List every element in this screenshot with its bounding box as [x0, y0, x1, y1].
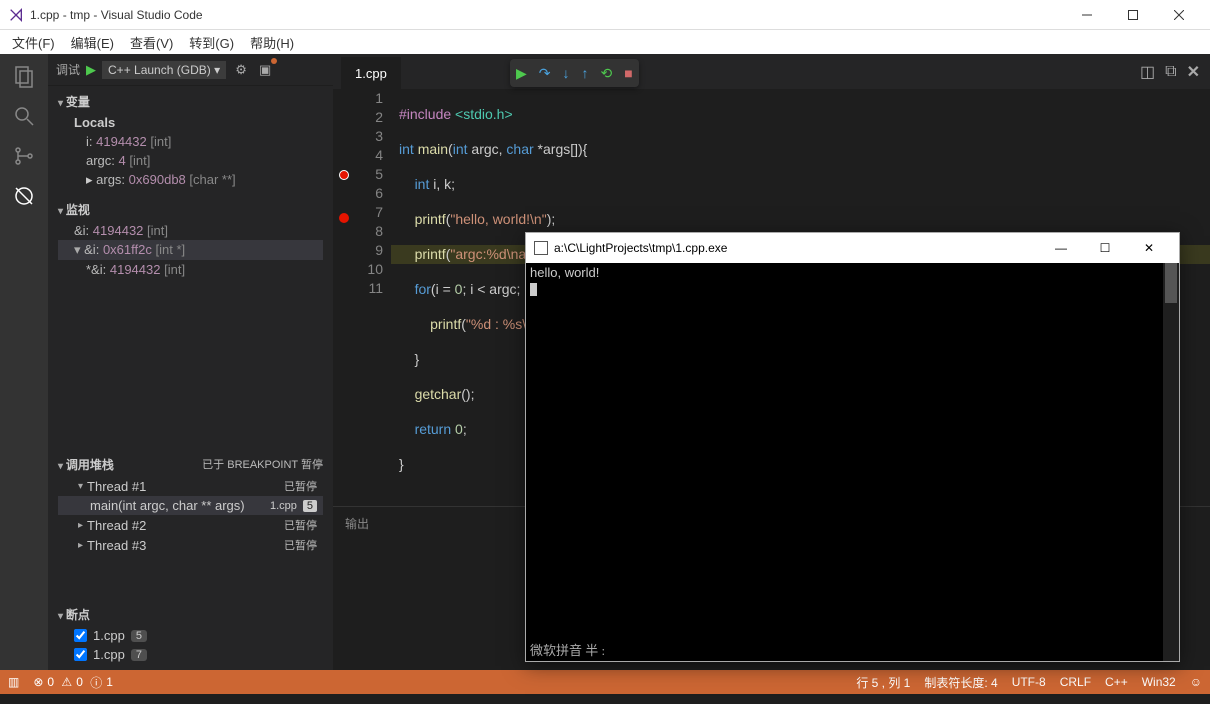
var-args[interactable]: args: 0x690db8 [char **] — [58, 170, 323, 190]
watch-item-2[interactable]: *&i: 4194432 [int] — [58, 260, 323, 279]
step-over-button[interactable]: ↷ — [539, 65, 551, 82]
menu-help[interactable]: 帮助(H) — [242, 31, 302, 54]
thread-1[interactable]: ▾Thread #1已暂停 — [58, 476, 323, 496]
console-title-text: a:\C\LightProjects\tmp\1.cpp.exe — [554, 241, 727, 255]
language-mode[interactable]: C++ — [1105, 675, 1128, 689]
breakpoints-section-title[interactable]: 断点 — [58, 603, 323, 626]
debug-label: 调试 — [56, 61, 80, 78]
bp-checkbox[interactable] — [74, 629, 87, 642]
line-number-gutter: 1234567891011 — [355, 89, 391, 506]
breakpoint-gutter[interactable] — [333, 89, 355, 506]
console-minimize-button[interactable]: — — [1039, 241, 1083, 255]
start-debug-button[interactable]: ▶ — [86, 62, 96, 78]
feedback-icon[interactable]: ☺ — [1190, 675, 1202, 689]
step-out-button[interactable]: ↑ — [582, 65, 589, 81]
continue-button[interactable]: ▶ — [516, 65, 527, 82]
watch-item-1[interactable]: ▾ &i: 0x61ff2c [int *] — [58, 240, 323, 260]
menu-view[interactable]: 查看(V) — [122, 31, 181, 54]
console-titlebar[interactable]: a:\C\LightProjects\tmp\1.cpp.exe — ☐ ✕ — [526, 233, 1179, 263]
explorer-icon[interactable] — [10, 62, 38, 90]
open-editors-icon[interactable]: ▥ — [8, 675, 19, 689]
menu-go[interactable]: 转到(G) — [181, 31, 242, 54]
debug-header: 调试 ▶ C++ Launch (GDB) ▾ ⚙ ▣ — [48, 54, 333, 86]
bp-checkbox[interactable] — [74, 648, 87, 661]
debug-toolbar: ▶ ↷ ↓ ↑ ⟲ ■ — [510, 59, 639, 87]
menu-edit[interactable]: 编辑(E) — [63, 31, 122, 54]
tab-size[interactable]: 制表符长度: 4 — [924, 674, 997, 691]
thread-2[interactable]: ▸Thread #2已暂停 — [58, 515, 323, 535]
console-scrollbar[interactable] — [1163, 263, 1179, 661]
scrollbar-thumb[interactable] — [1165, 263, 1177, 303]
console-close-button[interactable]: ✕ — [1127, 241, 1171, 255]
cursor-position[interactable]: 行 5 , 列 1 — [856, 674, 910, 691]
debug-config-select[interactable]: C++ Launch (GDB) ▾ — [102, 61, 226, 79]
tab-bar: 1.cpp ◫ ⧉ ✕ — [333, 54, 1210, 89]
stop-button[interactable]: ■ — [624, 65, 632, 81]
console-window[interactable]: a:\C\LightProjects\tmp\1.cpp.exe — ☐ ✕ h… — [525, 232, 1180, 662]
gear-icon[interactable]: ⚙ — [232, 61, 250, 79]
breakpoint-marker[interactable] — [339, 213, 349, 223]
ime-indicator: 微软拼音 半 : — [530, 640, 605, 659]
console-maximize-button[interactable]: ☐ — [1083, 241, 1127, 255]
console-output[interactable]: hello, world! 微软拼音 半 : — [526, 263, 1179, 661]
split-editor-icon[interactable]: ◫ — [1140, 62, 1155, 82]
callstack-section-title[interactable]: 调用堆栈已于 BREAKPOINT 暂停 — [58, 453, 323, 476]
encoding[interactable]: UTF-8 — [1012, 675, 1046, 689]
stackframe-main[interactable]: main(int argc, char ** args)1.cpp5 — [58, 496, 323, 515]
window-maximize-button[interactable] — [1110, 0, 1156, 30]
window-close-button[interactable] — [1156, 0, 1202, 30]
watch-item-0[interactable]: &i: 4194432 [int] — [58, 221, 323, 240]
var-argc[interactable]: argc: 4 [int] — [58, 151, 323, 170]
tab-1cpp[interactable]: 1.cpp — [341, 57, 401, 89]
window-titlebar: 1.cpp - tmp - Visual Studio Code — [0, 0, 1210, 30]
variables-section-title[interactable]: 变量 — [58, 90, 323, 113]
menu-file[interactable]: 文件(F) — [4, 31, 63, 54]
window-title: 1.cpp - tmp - Visual Studio Code — [30, 8, 203, 22]
search-icon[interactable] — [10, 102, 38, 130]
var-i[interactable]: i: 4194432 [int] — [58, 132, 323, 151]
debug-console-icon[interactable]: ▣ — [256, 61, 274, 79]
activity-bar — [0, 54, 48, 670]
problems-status[interactable]: ⊗0 ⚠0 ⓘ1 — [33, 674, 113, 691]
restart-button[interactable]: ⟲ — [601, 65, 613, 82]
window-minimize-button[interactable] — [1064, 0, 1110, 30]
eol[interactable]: CRLF — [1060, 675, 1091, 689]
breakpoint-1[interactable]: 1.cpp7 — [58, 645, 323, 664]
menubar: 文件(F) 编辑(E) 查看(V) 转到(G) 帮助(H) — [0, 30, 1210, 54]
debug-icon[interactable] — [10, 182, 38, 210]
git-icon[interactable] — [10, 142, 38, 170]
status-bar: ▥ ⊗0 ⚠0 ⓘ1 行 5 , 列 1 制表符长度: 4 UTF-8 CRLF… — [0, 670, 1210, 694]
locals-scope[interactable]: Locals — [58, 113, 323, 132]
target[interactable]: Win32 — [1142, 675, 1176, 689]
thread-3[interactable]: ▸Thread #3已暂停 — [58, 535, 323, 555]
step-into-button[interactable]: ↓ — [563, 65, 570, 81]
diff-icon[interactable]: ⧉ — [1165, 63, 1176, 81]
console-app-icon — [534, 241, 548, 255]
breakpoint-0[interactable]: 1.cpp5 — [58, 626, 323, 645]
debug-sidebar: 调试 ▶ C++ Launch (GDB) ▾ ⚙ ▣ 变量 Locals i:… — [48, 54, 333, 670]
vs-logo-icon — [8, 7, 24, 23]
breakpoint-marker-current[interactable] — [339, 170, 349, 180]
close-tab-button[interactable]: ✕ — [1187, 62, 1200, 82]
watch-section-title[interactable]: 监视 — [58, 198, 323, 221]
